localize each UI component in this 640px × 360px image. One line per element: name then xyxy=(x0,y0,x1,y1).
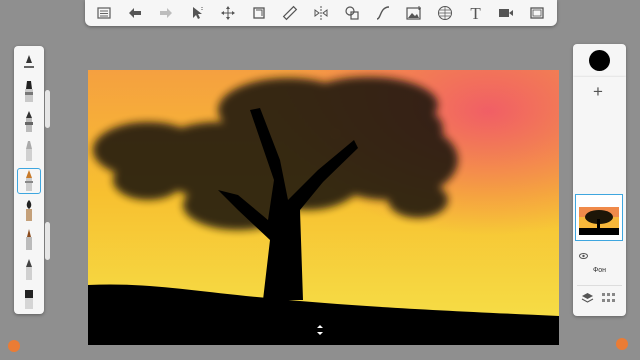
undo-button[interactable] xyxy=(124,2,146,24)
pen-icon xyxy=(25,170,33,191)
marker-icon xyxy=(26,141,32,162)
fine-pen-button[interactable] xyxy=(17,257,41,283)
symmetry-button[interactable] xyxy=(310,2,332,24)
fine-pen-icon xyxy=(26,258,32,280)
pen-button[interactable] xyxy=(17,168,41,194)
layers-panel: + Фон xyxy=(573,77,626,316)
paintbrush-button[interactable] xyxy=(17,198,41,224)
transform-button[interactable] xyxy=(217,2,239,24)
curve-button[interactable] xyxy=(372,2,394,24)
layer-grid-icon[interactable] xyxy=(602,293,615,303)
brush-size-button[interactable] xyxy=(17,50,41,76)
layers-stack-icon[interactable] xyxy=(581,291,594,304)
curve-icon xyxy=(376,6,389,20)
image-icon xyxy=(406,6,421,20)
symmetry-icon xyxy=(314,6,328,20)
fullscreen-button[interactable] xyxy=(526,2,548,24)
ink-pen-icon xyxy=(26,229,32,251)
ruler-button[interactable] xyxy=(279,2,301,24)
pencil-button[interactable] xyxy=(17,109,41,135)
layer-1-preview xyxy=(579,207,619,235)
video-icon xyxy=(499,9,514,17)
rotate-icon xyxy=(317,325,323,335)
redo-icon xyxy=(160,8,173,18)
canvas-reset-button[interactable] xyxy=(314,323,326,335)
airbrush-button[interactable] xyxy=(17,80,41,106)
background-layer-label[interactable]: Фон xyxy=(573,267,626,274)
redo-button[interactable] xyxy=(155,2,177,24)
paintbrush-icon xyxy=(26,199,32,221)
sunset-tree-artwork xyxy=(88,70,559,345)
select-button[interactable] xyxy=(186,2,208,24)
eraser-button[interactable] xyxy=(17,287,41,313)
image-button[interactable] xyxy=(403,2,425,24)
gallery-icon xyxy=(97,7,112,19)
eraser-icon xyxy=(25,290,33,310)
video-button[interactable] xyxy=(495,2,517,24)
panel-divider xyxy=(577,285,622,286)
shapes-icon xyxy=(345,6,359,20)
drawing-canvas[interactable] xyxy=(88,70,559,345)
ink-pen-button[interactable] xyxy=(17,228,41,254)
airbrush-icon xyxy=(25,81,33,103)
transform-icon xyxy=(221,6,236,20)
add-layer-button[interactable]: + xyxy=(593,83,603,100)
layer-1-thumbnail[interactable] xyxy=(575,194,623,241)
pencil-icon xyxy=(25,110,33,132)
perspective-button[interactable] xyxy=(434,2,456,24)
left-puck-button[interactable] xyxy=(8,340,20,352)
color-panel xyxy=(573,44,626,77)
shapes-button[interactable] xyxy=(341,2,363,24)
canvas-resize-button[interactable] xyxy=(248,2,270,24)
top-toolbar: T xyxy=(85,0,557,26)
ruler-icon xyxy=(282,5,298,21)
text-button[interactable]: T xyxy=(465,2,487,24)
select-icon xyxy=(193,7,203,19)
undo-icon xyxy=(129,8,142,18)
right-puck-button[interactable] xyxy=(616,338,628,350)
text-icon: T xyxy=(470,3,481,23)
canvas-resize-icon xyxy=(253,7,265,19)
brush-palette xyxy=(14,46,44,314)
current-color-swatch[interactable] xyxy=(589,50,610,71)
brush-size-icon xyxy=(24,54,34,68)
gallery-button[interactable] xyxy=(93,2,115,24)
perspective-icon xyxy=(437,6,452,20)
marker-button[interactable] xyxy=(17,139,41,165)
brush-scroll-handle-top[interactable] xyxy=(45,90,50,128)
brush-scroll-handle-bottom[interactable] xyxy=(45,222,50,260)
fullscreen-icon xyxy=(530,7,545,19)
background-visibility-eye-icon[interactable] xyxy=(579,253,588,259)
